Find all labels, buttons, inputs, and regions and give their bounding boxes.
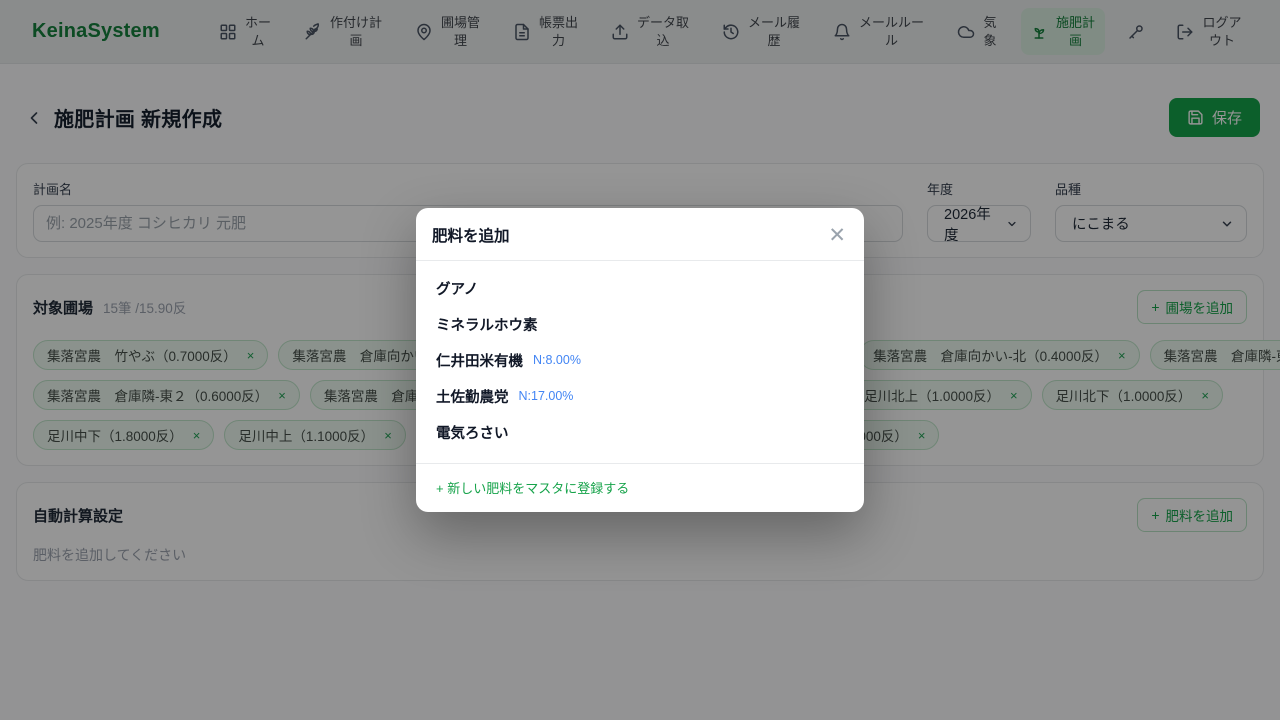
fertilizer-n-value: N:8.00%: [533, 353, 581, 367]
close-icon[interactable]: ✕: [826, 225, 848, 246]
fertilizer-name: 電気ろさい: [436, 422, 509, 443]
register-new-fertilizer-link[interactable]: + 新しい肥料をマスタに登録する: [436, 481, 629, 496]
fertilizer-list-item[interactable]: 土佐勤農党 N:17.00%: [416, 378, 864, 414]
fertilizer-list-item[interactable]: グアノ: [416, 270, 864, 306]
add-fertilizer-modal: 肥料を追加 ✕ グアノ ミネラルホウ素 仁井田米有機 N:8.00% 土佐勤農党…: [416, 208, 864, 512]
fertilizer-list-item[interactable]: 仁井田米有機 N:8.00%: [416, 342, 864, 378]
modal-title: 肥料を追加: [432, 224, 510, 246]
fertilizer-n-value: N:17.00%: [519, 389, 574, 403]
fertilizer-list: グアノ ミネラルホウ素 仁井田米有機 N:8.00% 土佐勤農党 N:17.00…: [416, 261, 864, 463]
modal-header: 肥料を追加 ✕: [416, 208, 864, 261]
fertilizer-list-item[interactable]: 電気ろさい: [416, 414, 864, 450]
fertilizer-name: グアノ: [436, 278, 478, 299]
fertilizer-name: 土佐勤農党: [436, 386, 509, 407]
fertilizer-name: 仁井田米有機: [436, 350, 523, 371]
modal-footer: + 新しい肥料をマスタに登録する: [416, 463, 864, 512]
fertilizer-list-item[interactable]: ミネラルホウ素: [416, 306, 864, 342]
fertilizer-name: ミネラルホウ素: [436, 314, 538, 335]
